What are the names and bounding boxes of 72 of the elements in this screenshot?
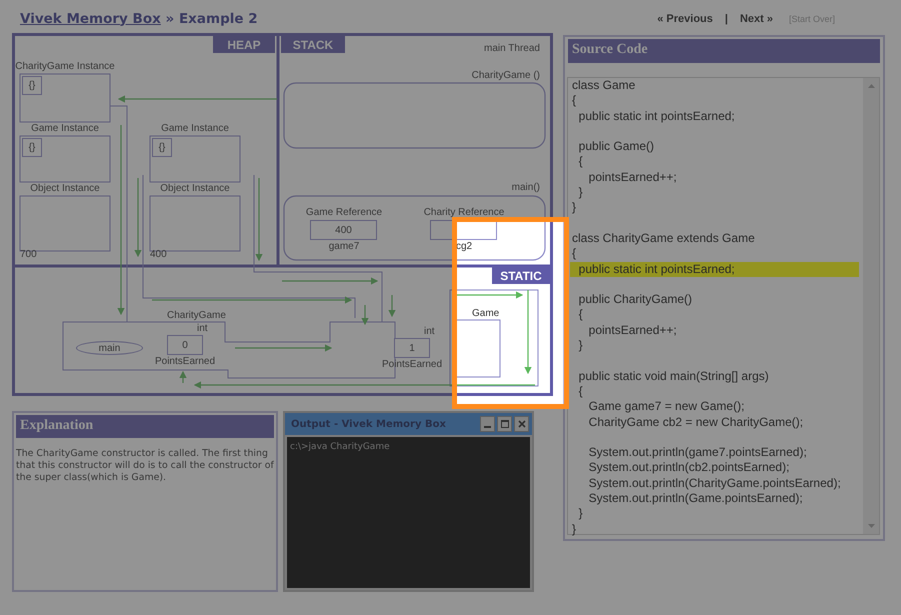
object-body: {} <box>22 76 42 95</box>
field-value: 1 <box>394 338 430 358</box>
minimize-button[interactable] <box>480 416 495 432</box>
reference-arrow <box>361 305 369 326</box>
field-name: PointsEarned <box>382 359 442 371</box>
code-line: } <box>578 185 584 200</box>
code-line: { <box>578 384 584 400</box>
thread-label: main Thread <box>484 43 540 55</box>
code-line: System.out.println(cb2.pointsEarned); <box>588 460 790 476</box>
heap-area-label: HEAP <box>213 36 275 53</box>
page-title: » Example 2 <box>164 10 258 26</box>
heap-address: 400 <box>150 249 167 261</box>
code-line: { <box>578 307 584 323</box>
class-name: CharityGame <box>167 310 226 322</box>
code-line: } <box>578 338 584 354</box>
nav-separator: | <box>724 12 728 24</box>
code-line: public static int pointsEarned; <box>578 108 736 124</box>
variable-type: Game Reference <box>306 207 382 219</box>
code-line: { <box>571 93 578 109</box>
object-title: Object Instance <box>160 183 230 195</box>
code-line: pointsEarned++; <box>588 322 678 338</box>
heap-address: 700 <box>20 249 37 261</box>
code-line: System.out.println(CharityGame.pointsEarned); <box>588 476 842 492</box>
variable-name: game7 <box>328 241 360 253</box>
frame-name: CharityGame () <box>472 70 540 82</box>
code-line: public Game() <box>578 139 656 154</box>
code-line: System.out.println(game7.pointsEarned); <box>588 445 808 460</box>
explanation-text: The CharityGame constructor is called. The first thing that this constructor will do is to call the constructor of the super class(which is Game). <box>16 448 274 484</box>
object-title: Object Instance <box>30 183 100 195</box>
close-button[interactable] <box>514 416 529 432</box>
code-line: { <box>571 246 578 262</box>
code-line: { <box>578 154 584 170</box>
object-body: {} <box>22 138 42 157</box>
variable-type: Charity Reference <box>424 207 504 219</box>
maximize-button[interactable] <box>497 416 512 432</box>
next-link[interactable]: Next » <box>740 12 773 24</box>
close-icon <box>518 420 526 428</box>
window-title: Output - Vivek Memory Box <box>291 418 447 430</box>
field-value: 0 <box>167 335 203 355</box>
code-line: CharityGame cb2 = new CharityGame(); <box>588 414 804 430</box>
method-oval: main <box>76 341 143 355</box>
object-title: CharityGame Instance <box>15 61 115 73</box>
frame-name: main() <box>512 182 540 194</box>
field-type: int <box>424 326 435 338</box>
panel-heading: Source Code <box>568 39 880 63</box>
reference-arrow <box>388 295 396 318</box>
maximize-icon <box>500 420 508 428</box>
previous-link[interactable]: « Previous <box>657 12 713 24</box>
object-title: Game Instance <box>31 123 99 135</box>
code-line: } <box>571 522 578 537</box>
object-body: {} <box>152 138 172 157</box>
variable-value: 400 <box>310 220 377 240</box>
panel-heading: Explanation <box>16 415 274 438</box>
code-line: public CharityGame() <box>578 292 694 308</box>
variable-name: cg2 <box>456 241 472 253</box>
console-line: c:\>java CharityGame <box>290 442 391 452</box>
code-line: } <box>578 506 584 522</box>
stack-area-label: STACK <box>281 36 345 53</box>
static-area-label: STATIC <box>492 267 550 284</box>
code-line: } <box>571 200 578 216</box>
code-line: Game game7 = new Game(); <box>588 399 746 415</box>
reference-arrow <box>179 370 187 383</box>
code-line: public static void main(String[] args) <box>578 368 770 384</box>
code-line: class CharityGame extends Game <box>571 230 756 246</box>
class-name: Game <box>472 308 500 320</box>
code-line: System.out.println(Game.pointsEarned); <box>588 491 804 506</box>
field-name: PointsEarned <box>154 356 216 368</box>
code-line: pointsEarned++; <box>588 170 678 186</box>
title-link[interactable]: Vivek Memory Box <box>20 10 161 26</box>
object-title: Game Instance <box>161 123 229 135</box>
field-type: int <box>197 323 208 335</box>
code-line: class Game <box>571 78 636 94</box>
